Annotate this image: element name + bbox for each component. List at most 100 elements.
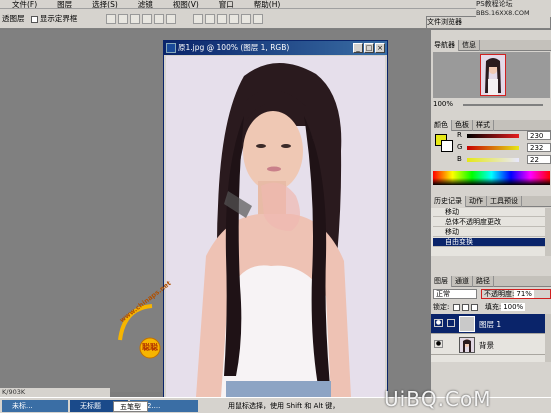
layer-row[interactable]: ● 图层 1 (431, 314, 551, 334)
menu-filter[interactable]: 滤镜 (126, 0, 161, 8)
file-browser-tab[interactable]: 文件浏览器 (426, 16, 551, 29)
channel-g-label: G (457, 143, 463, 151)
channel-r-slider[interactable] (467, 134, 519, 138)
document-window[interactable]: 原1.jpg @ 100% (图层 1, RGB) _ □ × (163, 40, 388, 398)
channel-g-slider[interactable] (467, 146, 519, 150)
menu-view[interactable]: 视图(V) (161, 0, 207, 8)
history-item[interactable]: 移动 (433, 228, 545, 237)
layers-scrollbar[interactable] (545, 314, 551, 362)
color-tabs: 颜色 色板 样式 (431, 120, 551, 131)
layers-tabs: 图层 通道 路径 (431, 276, 551, 287)
opacity-value[interactable]: 71% (514, 290, 534, 298)
navigator-zoom-value[interactable]: 100% (433, 100, 453, 108)
channel-b-value[interactable]: 22 (527, 155, 551, 164)
distribute-center-button[interactable] (240, 14, 251, 24)
align-bottom-button[interactable] (130, 14, 141, 24)
eye-icon[interactable]: ● (434, 340, 443, 348)
layer-row[interactable]: ● 背景 (431, 335, 551, 355)
tab-channels[interactable]: 通道 (452, 276, 473, 287)
align-right-button[interactable] (166, 14, 177, 24)
image-canvas[interactable] (166, 56, 385, 397)
blend-mode-select[interactable]: 正常 (433, 289, 477, 299)
lock-transparency-checkbox[interactable] (452, 303, 460, 311)
menu-file[interactable]: 文件(F) (0, 0, 45, 8)
watermark-name: 聪聪 (142, 343, 158, 352)
channel-r-label: R (457, 131, 462, 139)
auto-select-layer-label: 透图层 (2, 14, 25, 23)
channel-b-slider[interactable] (467, 158, 519, 162)
distribute-bottom-button[interactable] (216, 14, 227, 24)
window-controls: _ □ × (353, 43, 385, 53)
history-tabs: 历史记录 动作 工具预设 (431, 196, 551, 207)
site-name-b: BBS.16XX8.COM (476, 9, 551, 17)
layers-list: ● 图层 1 ● 背景 (431, 314, 551, 362)
fill-value[interactable]: 100% (501, 303, 526, 311)
show-bounds-label: 显示定界框 (39, 14, 78, 23)
file-browser-label: 文件浏览器 (427, 18, 462, 26)
channel-g-value[interactable]: 232 (527, 143, 551, 152)
layer-name[interactable]: 图层 1 (479, 319, 501, 330)
uibq-brand-watermark: UiBQ.CoM (384, 387, 492, 411)
distribute-left-button[interactable] (228, 14, 239, 24)
channel-r-value[interactable]: 230 (527, 131, 551, 140)
minimize-button[interactable]: _ (353, 43, 363, 53)
align-center-button[interactable] (154, 14, 165, 24)
color-channel-g: G 232 (457, 143, 551, 153)
tab-layers[interactable]: 图层 (431, 276, 452, 287)
history-item-selected[interactable]: 自由变换 (433, 238, 545, 247)
navigator-tabs: 导航器 信息 (431, 40, 551, 51)
eye-icon[interactable]: ● (434, 319, 443, 327)
background-color-swatch[interactable] (441, 140, 453, 152)
distribute-right-button[interactable] (252, 14, 263, 24)
site-name-a: PS教程论坛 (476, 0, 551, 9)
tab-navigator[interactable]: 导航器 (431, 40, 459, 51)
tab-swatches[interactable]: 色板 (452, 120, 473, 131)
tab-history[interactable]: 历史记录 (431, 196, 466, 207)
ime-wubi-indicator[interactable]: 五笔型 (113, 401, 148, 412)
color-channel-r: R 230 (457, 131, 551, 141)
menu-select[interactable]: 选择(S) (80, 0, 126, 8)
tab-info[interactable]: 信息 (459, 40, 480, 51)
tab-paths[interactable]: 路径 (473, 276, 494, 287)
status-bar: K/903K (0, 388, 110, 397)
navigator-zoom-row: 100% (433, 100, 550, 109)
tab-actions[interactable]: 动作 (466, 196, 487, 207)
align-left-button[interactable] (142, 14, 153, 24)
background-thumb-image (463, 339, 471, 352)
history-item[interactable]: 总体不透明度更改 (433, 218, 545, 227)
history-item[interactable]: 移动 (433, 208, 545, 217)
task-untitled[interactable]: 未标... (2, 400, 68, 412)
layer-name[interactable]: 背景 (479, 340, 494, 351)
tab-styles[interactable]: 样式 (473, 120, 494, 131)
align-top-button[interactable] (106, 14, 117, 24)
menu-help[interactable]: 帮助(H) (242, 0, 289, 8)
lock-image-checkbox[interactable] (461, 303, 469, 311)
close-button[interactable]: × (375, 43, 385, 53)
brush-icon[interactable] (447, 319, 455, 327)
color-spectrum-bar[interactable] (433, 171, 550, 185)
lock-position-checkbox[interactable] (470, 303, 478, 311)
navigator-thumbnail (485, 58, 501, 95)
distribute-top-button[interactable] (192, 14, 203, 24)
opacity-label: 不透明度: (484, 290, 515, 298)
layer-thumbnail (459, 316, 475, 332)
layer-thumbnail (459, 337, 475, 353)
tab-color[interactable]: 颜色 (431, 120, 452, 131)
show-bounds-checkbox[interactable] (30, 15, 38, 23)
distribute-middle-button[interactable] (204, 14, 215, 24)
navigator-view-box[interactable] (480, 54, 506, 96)
lock-fill-row: 锁定: 填充: 100% (433, 302, 550, 312)
tab-tool-presets[interactable]: 工具预设 (487, 196, 522, 207)
align-middle-button[interactable] (118, 14, 129, 24)
menu-window[interactable]: 窗口 (207, 0, 242, 8)
navigator-preview[interactable] (433, 52, 550, 98)
maximize-button[interactable]: □ (364, 43, 374, 53)
menu-layer[interactable]: 图层 (45, 0, 80, 8)
history-scrollbar[interactable] (545, 208, 551, 256)
panel-dock: 导航器 信息 100% 颜色 色板 样式 R 230 G 232 B 22 历史… (430, 30, 551, 413)
history-list: 移动 总体不透明度更改 移动 自由变换 (431, 208, 551, 256)
zoom-slider[interactable] (463, 104, 543, 106)
opacity-control[interactable]: 不透明度: 71% (481, 289, 551, 299)
color-channel-b: B 22 (457, 155, 551, 165)
tool-hint-text: 用鼠标选择，使用 Shift 和 Alt 键， (228, 402, 340, 410)
